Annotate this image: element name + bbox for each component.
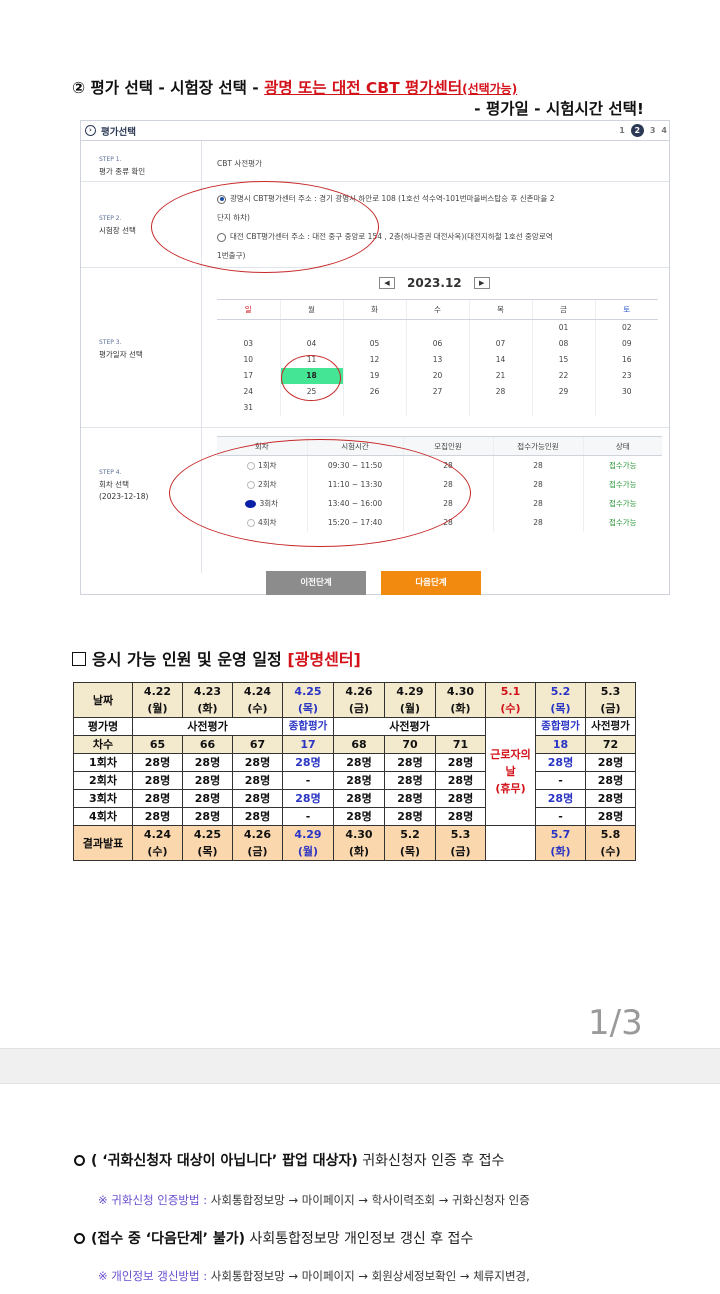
calendar-day[interactable]: 13: [405, 351, 469, 368]
step-2: 2: [630, 124, 644, 137]
calendar-day[interactable]: 27: [405, 383, 469, 400]
calendar-day[interactable]: 01: [531, 319, 595, 336]
schedule-table: 날짜 4.22 (월) 4.23 (화) 4.24 (수) 4.25 (목) 4.26(…: [73, 682, 636, 861]
prev-month-button[interactable]: ◀: [379, 277, 395, 289]
form-header: › 평가선택 1 2 3 4: [81, 121, 669, 141]
calendar: 일 월 화 수 목 금 토 01 02 03 04 05 06 07 08 09 10 11 12…: [217, 299, 658, 416]
calendar-day[interactable]: 30: [594, 383, 658, 400]
checkbox-square-icon: [72, 652, 86, 666]
calendar-day[interactable]: 16: [594, 351, 658, 368]
step-4: 4: [661, 126, 667, 135]
calendar-day[interactable]: 19: [342, 367, 406, 384]
bullet-circle-icon: [74, 1155, 85, 1166]
weekday-header: 화: [342, 299, 406, 320]
note-naturalization-method: ※ 귀화신청 인증방법 : 사회통합정보망 → 마이페이지 → 학사이력조회 →…: [98, 1193, 530, 1207]
weekday-header: 수: [405, 299, 469, 320]
weekday-header: 목: [468, 299, 532, 320]
next-step-button[interactable]: 다음단계: [381, 571, 481, 595]
step-3: 3: [649, 126, 656, 135]
note-naturalization: ( ‘귀화신청자 대상이 아닙니다’ 팝업 대상자) 귀화신청자 인증 후 접수: [74, 1150, 504, 1170]
status-badge: 접수가능: [582, 455, 662, 475]
calendar-day[interactable]: 12: [342, 351, 406, 368]
holiday-label: 근로자의날: [490, 748, 531, 778]
date-row: 날짜 4.22 (월) 4.23 (화) 4.24 (수) 4.25 (목) 4.26(…: [73, 682, 636, 718]
weekday-header: 금: [531, 299, 595, 320]
page-indicator: 1/3: [588, 1003, 643, 1043]
step4-label: STEP 4. 회차 선택 (2023-12-18): [99, 469, 149, 501]
session-row-2: 2회차 28명 28명 28명 - 28명 28명 28명 - 28명: [73, 771, 636, 790]
next-month-button[interactable]: ▶: [473, 277, 490, 289]
step2-label: STEP 2. 시험장 선택: [99, 215, 136, 235]
calendar-day[interactable]: 23: [594, 367, 658, 384]
calendar-day[interactable]: 31: [217, 400, 280, 416]
status-badge: 접수가능: [582, 512, 662, 532]
calendar-day[interactable]: 10: [217, 352, 280, 368]
weekday-header: 일: [217, 299, 280, 320]
status-badge: 접수가능: [582, 474, 662, 494]
center-highlight: 광명 또는 대전 CBT 평가센터(선택가능): [264, 79, 518, 97]
note-profile-update: (접수 중 ‘다음단계’ 불가) 사회통합정보망 개인정보 갱신 후 접수: [74, 1228, 473, 1248]
result-row: 결과발표 4.24 (수) 4.25 (목) 4.26 (금) 4.29 (월) 4.3…: [73, 825, 636, 861]
status-badge: 접수가능: [582, 493, 662, 513]
session-row-4: 4회차 28명 28명 28명 - 28명 28명 28명 - 28명: [73, 807, 636, 826]
calendar-day[interactable]: 04: [279, 335, 343, 352]
calendar-day[interactable]: 28: [468, 383, 532, 400]
step-indicator: 1 2 3 4: [619, 124, 667, 137]
calendar-day[interactable]: 09: [594, 335, 658, 352]
calendar-day[interactable]: 21: [468, 367, 532, 384]
calendar-day[interactable]: 14: [468, 351, 532, 368]
calendar-day[interactable]: 06: [405, 335, 469, 352]
calendar-day[interactable]: 22: [531, 367, 595, 384]
calendar-day[interactable]: 03: [217, 336, 280, 352]
prev-step-button[interactable]: 이전단계: [266, 571, 366, 595]
section-heading-select-test: ② 평가 선택 - 시험장 선택 - 광명 또는 대전 CBT 평가센터(선택가…: [72, 79, 644, 118]
count-row: 차수 65 66 67 17 68 70 71 18 72: [73, 735, 636, 754]
evaluation-select-form: › 평가선택 1 2 3 4 STEP 1. 평가 종류 확인 CBT 사전평가…: [80, 120, 670, 595]
session-row-1: 1회차 28명 28명 28명 28명 28명 28명 28명 28명 28명: [73, 753, 636, 772]
annotation-oval-date: [281, 355, 341, 401]
calendar-day[interactable]: 07: [468, 335, 532, 352]
eval-row: 평가명 사전평가 종합평가 사전평가 근로자의날 (휴무) 종합평가 사전평가: [73, 717, 636, 826]
calendar-day[interactable]: 29: [531, 383, 595, 400]
weekday-header: 토: [594, 299, 658, 320]
calendar-day[interactable]: 24: [217, 384, 280, 400]
page-separator: [0, 1048, 720, 1084]
step1-value: CBT 사전평가: [217, 159, 262, 168]
calendar-day[interactable]: 26: [342, 383, 406, 400]
calendar-day[interactable]: 02: [594, 319, 658, 336]
calendar-day[interactable]: 15: [531, 351, 595, 368]
chevron-right-icon: ›: [85, 125, 96, 136]
current-month: 2023.12: [407, 276, 462, 290]
annotation-oval-session: [169, 439, 471, 547]
note-profile-update-method: ※ 개인정보 갱신방법 : 사회통합정보망 → 마이페이지 → 회원상세정보확인…: [98, 1269, 530, 1283]
calendar-day[interactable]: 20: [405, 367, 469, 384]
section-heading-schedule: 응시 가능 인원 및 운영 일정 [광명센터]: [72, 646, 361, 670]
calendar-day[interactable]: 05: [342, 335, 406, 352]
annotation-oval-center: [151, 181, 379, 273]
calendar-day[interactable]: 17: [217, 368, 280, 384]
weekday-header: 월: [279, 299, 343, 320]
session-row-3: 3회차 28명 28명 28명 28명 28명 28명 28명 28명 28명: [73, 789, 636, 808]
bullet-circle-icon: [74, 1233, 85, 1244]
step-1: 1: [619, 126, 625, 135]
month-navigator: ◀ 2023.12 ▶: [379, 276, 490, 290]
step3-label: STEP 3. 평가일자 선택: [99, 339, 143, 359]
calendar-day[interactable]: 08: [531, 335, 595, 352]
step1-label: STEP 1. 평가 종류 확인: [99, 156, 146, 176]
